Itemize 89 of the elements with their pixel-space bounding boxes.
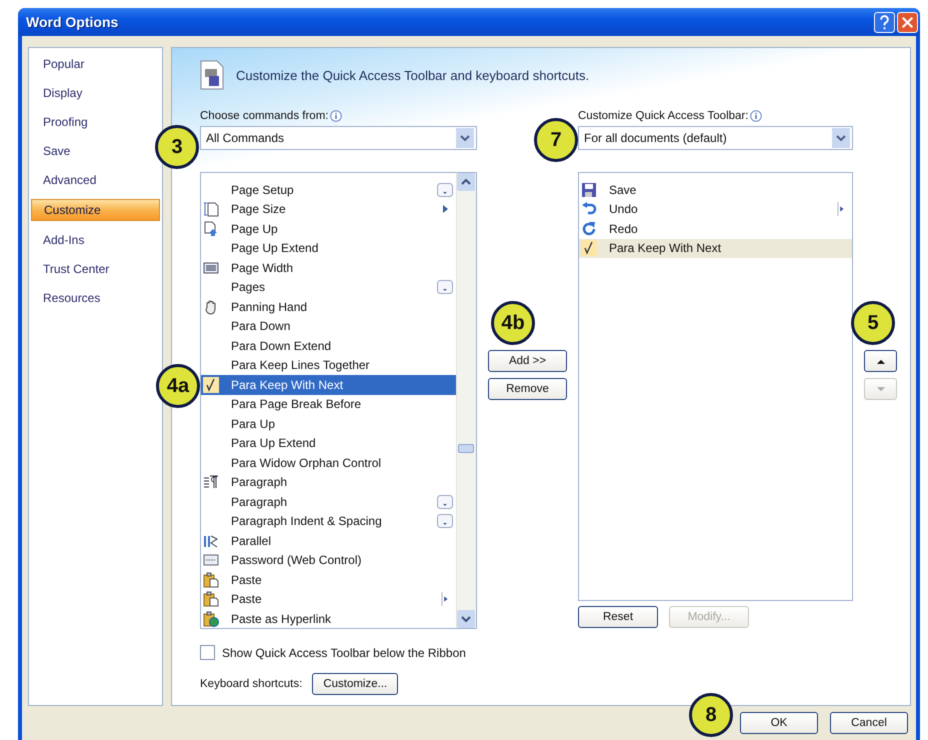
list-item[interactable]: Paragraph: [201, 492, 456, 512]
page-size-icon: [203, 201, 219, 218]
list-item[interactable]: Para Page Break Before: [201, 394, 456, 414]
checkbox[interactable]: [200, 645, 215, 660]
dropdown-icon: [437, 514, 453, 528]
move-up-button[interactable]: [864, 350, 897, 372]
clipboard-globe-icon: [203, 610, 219, 627]
list-item[interactable]: Parallel: [201, 531, 456, 550]
sidebar-item[interactable]: Display: [31, 83, 86, 103]
remove-button[interactable]: Remove: [488, 378, 567, 400]
dropdown-icon: [437, 182, 453, 197]
list-item[interactable]: Pages: [201, 278, 456, 297]
dialog-button[interactable]: Cancel: [830, 712, 908, 734]
dropdown-icon: [437, 494, 453, 509]
sidebar-item[interactable]: Popular: [31, 54, 88, 74]
list-item[interactable]: Page Width: [201, 258, 456, 278]
customize-button[interactable]: Customize...: [312, 673, 398, 695]
list-item[interactable]: Save: [579, 180, 852, 200]
list-item[interactable]: Page Up: [201, 219, 456, 238]
dropdown[interactable]: All Commands: [200, 126, 477, 150]
checkmark-icon: [581, 240, 597, 256]
redo-icon: [581, 220, 597, 237]
split-arrow-icon: [441, 592, 449, 606]
clipboard-icon: [203, 591, 219, 608]
split-arrow-icon: [837, 202, 845, 216]
list-item[interactable]: Para Keep Lines Together: [201, 356, 456, 375]
list-item[interactable]: Page Size: [201, 200, 456, 219]
page-arrow-icon: [203, 220, 219, 237]
sidebar-item[interactable]: Add-Ins: [31, 230, 88, 250]
down-triangle-icon: [876, 386, 884, 392]
list-item[interactable]: Paste as Hyperlink: [201, 609, 456, 628]
info-icon: [330, 110, 342, 122]
list-item[interactable]: Paragraph: [201, 472, 456, 492]
printer-page-icon: [200, 60, 224, 90]
list-item[interactable]: Page Up Extend: [201, 238, 456, 258]
list-item[interactable]: Paste: [201, 590, 456, 609]
dropdown[interactable]: For all documents (default): [578, 126, 853, 150]
close-icon[interactable]: [897, 12, 918, 32]
sidebar-item[interactable]: Advanced: [31, 170, 100, 190]
password-field-icon: [203, 552, 219, 568]
paragraph-icon: [203, 474, 219, 490]
list-item[interactable]: Password (Web Control): [201, 550, 456, 570]
list-item[interactable]: Para Down: [201, 316, 456, 336]
parallel-icon: [203, 532, 219, 549]
shortcuts-label: Keyboard shortcuts:: [200, 678, 302, 690]
callout-badge: 5: [851, 301, 895, 345]
clipboard-icon: [203, 572, 219, 588]
list-item[interactable]: Para Up: [201, 414, 456, 434]
window-title: Word Options: [25, 14, 120, 30]
list-item[interactable]: Undo: [579, 200, 852, 219]
list-item[interactable]: Page Setup: [201, 180, 456, 200]
checkbox-label: Show Quick Access Toolbar below the Ribbon: [222, 646, 466, 660]
dialog-button[interactable]: OK: [740, 712, 818, 734]
field-label: Customize Quick Access Toolbar:: [578, 110, 748, 122]
list-item[interactable]: Panning Hand: [201, 297, 456, 316]
list-item[interactable]: Para Up Extend: [201, 434, 456, 453]
list-item[interactable]: Para Down Extend: [201, 336, 456, 356]
dropdown-icon: [437, 280, 453, 294]
save-icon: [581, 182, 597, 198]
sidebar-item[interactable]: Resources: [31, 288, 104, 308]
scrollbar[interactable]: [456, 173, 476, 628]
callout-badge: 4a: [156, 364, 200, 408]
field-label: Choose commands from:: [200, 110, 328, 122]
help-icon[interactable]: [874, 12, 895, 32]
list-item[interactable]: Para Keep With Next: [201, 375, 456, 394]
callout-badge: 3: [155, 125, 199, 169]
sidebar-item[interactable]: Save: [31, 141, 74, 161]
sidebar-item[interactable]: Customize: [31, 199, 160, 221]
scroll-thumb[interactable]: [458, 444, 474, 453]
list-item[interactable]: Para Widow Orphan Control: [201, 453, 456, 472]
list-button[interactable]: Reset: [578, 606, 658, 628]
undo-icon: [581, 201, 597, 218]
sidebar-item[interactable]: Proofing: [31, 112, 92, 132]
page-width-icon: [203, 260, 219, 276]
checkmark-icon: [203, 376, 219, 393]
info-icon: [750, 110, 762, 122]
callout-badge: 7: [534, 118, 578, 162]
callout-badge: 4b: [491, 301, 535, 345]
add-button[interactable]: Add >>: [488, 350, 567, 372]
up-triangle-icon: [876, 358, 884, 364]
callout-badge: 8: [689, 693, 733, 737]
list-item[interactable]: Paragraph Indent & Spacing: [201, 512, 456, 531]
section-title: Customize the Quick Access Toolbar and keyboard shortcuts.: [236, 68, 590, 82]
sidebar-item[interactable]: Trust Center: [31, 259, 114, 279]
list-item[interactable]: Para Keep With Next: [579, 238, 852, 258]
scroll-up-icon[interactable]: [457, 173, 475, 191]
list-item[interactable]: Paste: [201, 570, 456, 590]
list-item[interactable]: Redo: [579, 219, 852, 238]
scroll-down-icon[interactable]: [457, 610, 475, 628]
